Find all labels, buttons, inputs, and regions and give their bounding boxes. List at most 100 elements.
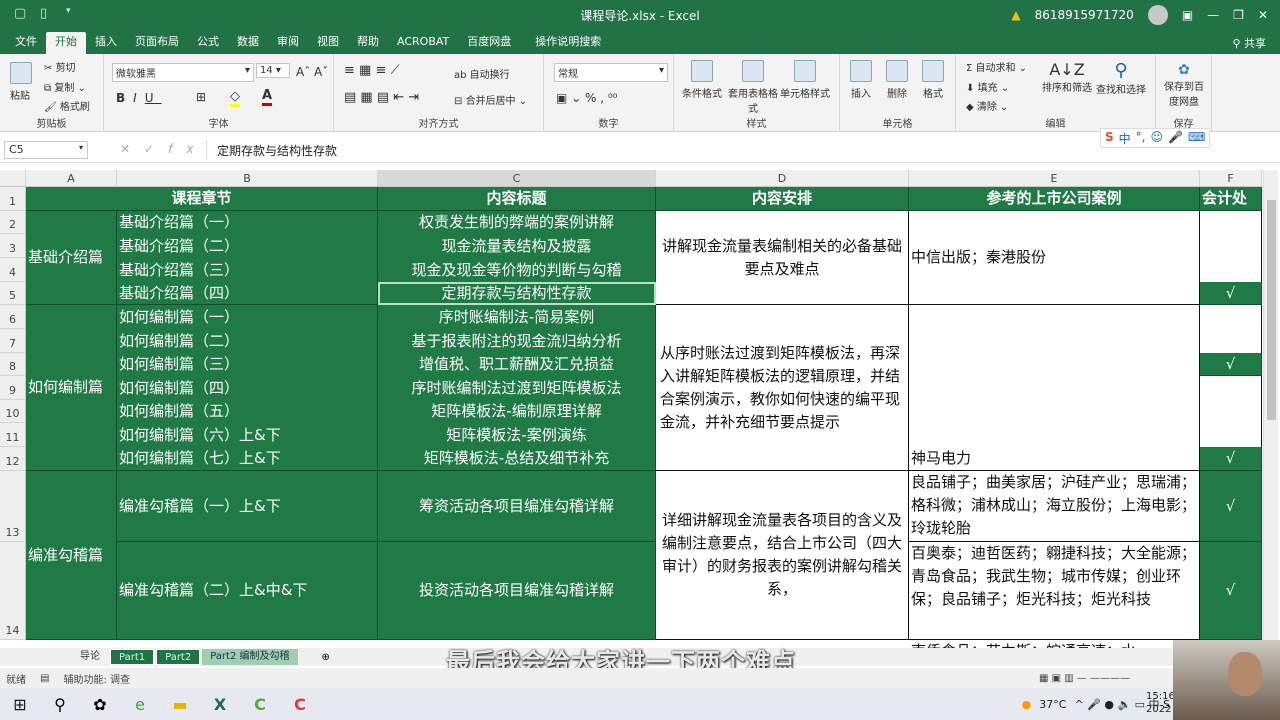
column-header-B[interactable]: B xyxy=(117,170,378,187)
cell-B6[interactable]: 如何编制篇（一） xyxy=(117,305,378,329)
tab-4[interactable]: 公式 xyxy=(188,32,228,54)
tab-11[interactable]: 操作说明搜索 xyxy=(526,32,610,54)
font-name-select[interactable]: 微软雅黑 ▾ xyxy=(112,63,254,82)
sort-filter-button[interactable]: A↓Z 排序和筛选 xyxy=(1042,60,1092,94)
select-all-corner[interactable] xyxy=(0,170,26,187)
cell-D6[interactable]: 从序时账法过渡到矩阵模板法，再深入讲解矩阵模板法的逻辑原理，并结合案例演示，教你… xyxy=(656,305,909,471)
row-header-11[interactable]: 11 xyxy=(0,423,26,447)
find-select-button[interactable]: ⚲ 查找和选择 xyxy=(1096,60,1146,96)
cell-C6[interactable]: 序时账编制法-简易案例 xyxy=(378,305,656,329)
cell-D2[interactable]: 讲解现金流量表编制相关的必备基础要点及难点 xyxy=(656,211,909,305)
cell-F2[interactable] xyxy=(1200,211,1262,282)
cell-D1[interactable]: 内容安排 xyxy=(656,187,909,211)
cell-C12[interactable]: 矩阵模板法-总结及细节补充 xyxy=(378,447,656,471)
font-size-select[interactable]: 14 ▾ xyxy=(256,63,290,78)
align-icons[interactable]: ≡ ▦ ≡ ⟋ xyxy=(344,63,400,78)
vertical-scrollbar[interactable] xyxy=(1263,170,1278,640)
font-color-icon[interactable]: A xyxy=(262,88,273,106)
name-box[interactable]: C5 ▾ xyxy=(4,141,88,159)
row-header-5[interactable]: 5 xyxy=(0,282,26,305)
bold-italic-underline-buttons[interactable]: BIU xyxy=(116,91,162,105)
cell-C14[interactable]: 投资活动各项目编准勾稽详解 xyxy=(378,542,656,640)
column-header-E[interactable]: E xyxy=(909,170,1200,187)
cell-A6[interactable]: 如何编制篇 xyxy=(26,305,117,471)
tab-8[interactable]: 帮助 xyxy=(348,32,388,54)
tab-7[interactable]: 视图 xyxy=(308,32,348,54)
cell-D13[interactable]: 详细讲解现金流量表各项目的含义及编制注意要点，结合上市公司（四大审计）的财务报表… xyxy=(656,471,909,640)
cell-F14[interactable]: √ xyxy=(1200,542,1262,640)
cell-C9[interactable]: 序时账编制法过渡到矩阵模板法 xyxy=(378,376,656,400)
row-header-12[interactable]: 12 xyxy=(0,447,26,471)
minimize-button[interactable]: — xyxy=(1207,8,1219,22)
cell-C11[interactable]: 矩阵模板法-案例演练 xyxy=(378,423,656,447)
delete-button[interactable]: 删除 xyxy=(886,60,908,100)
cell-B11[interactable]: 如何编制篇（六）上&下 xyxy=(117,423,378,447)
restore-button[interactable]: ❐ xyxy=(1233,8,1244,22)
tab-9[interactable]: ACROBAT xyxy=(388,32,458,54)
scrollbar-thumb[interactable] xyxy=(1267,200,1276,420)
row-header-3[interactable]: 3 xyxy=(0,234,26,258)
sheet-tab-3[interactable]: Part2 编制及勾稽 xyxy=(202,649,298,665)
tab-1[interactable]: 开始 xyxy=(46,32,86,54)
cut-button[interactable]: ✂ 剪切 xyxy=(44,59,76,74)
camtasia-red-icon[interactable]: C xyxy=(280,688,320,720)
column-header-D[interactable]: D xyxy=(656,170,909,187)
tab-0[interactable]: 文件 xyxy=(6,32,46,54)
cell-styles-button[interactable]: 单元格样式 xyxy=(780,60,830,100)
row-header-10[interactable]: 10 xyxy=(0,400,26,423)
fill-color-icon[interactable]: ◇ xyxy=(230,89,240,107)
cell-E15[interactable]: 南侨食品；艾力斯；皖通高速；水 xyxy=(909,640,1200,648)
sheet-tab-1[interactable]: Part1 xyxy=(110,649,155,665)
cell-C3[interactable]: 现金流量表结构及披露 xyxy=(378,234,656,258)
add-sheet-icon[interactable]: ⊕ xyxy=(322,652,330,663)
cell-B7[interactable]: 如何编制篇（二） xyxy=(117,329,378,353)
cell-B3[interactable]: 基础介绍篇（二） xyxy=(117,234,378,258)
format-as-table-button[interactable]: 套用表格格式 xyxy=(728,60,778,115)
accessibility-status[interactable]: 辅助功能: 调查 xyxy=(63,671,130,686)
autosum-button[interactable]: Σ 自动求和 ⌄ xyxy=(966,59,1027,74)
save-baidu-button[interactable]: ✿ 保存到百度网盘 xyxy=(1160,62,1208,108)
cell-E14[interactable]: 百奥泰；迪哲医药；翱捷科技；大全能源；青岛食品；我武生物；城市传媒；创业环保；良… xyxy=(909,542,1200,640)
cell-C4[interactable]: 现金及现金等价物的判断与勾稽 xyxy=(378,258,656,282)
cell-F13[interactable]: √ xyxy=(1200,471,1262,542)
format-painter-button[interactable]: 🖌 格式刷 xyxy=(44,98,90,113)
browser-icon[interactable]: e xyxy=(120,688,160,720)
copy-button[interactable]: ⧉ 复制 ⌄ xyxy=(44,79,86,94)
cell-C13[interactable]: 筹资活动各项目编准勾稽详解 xyxy=(378,471,656,542)
row-header-7[interactable]: 7 xyxy=(0,329,26,353)
clock[interactable]: 15:16 2022 xyxy=(1146,690,1175,716)
merge-center-button[interactable]: ⊟ 合并后居中 ⌄ xyxy=(454,92,527,107)
formula-buttons[interactable]: ✕✓fx xyxy=(120,142,207,156)
ime-toolbar[interactable]: S 中 °, ☺ 🎤 ⌨ xyxy=(1100,128,1211,148)
font-grow-shrink-icon[interactable]: Aˆ Aˇ xyxy=(296,65,328,79)
sheet-tab-2[interactable]: Part2 xyxy=(156,649,201,665)
cell-A1[interactable]: 课程章节 xyxy=(26,187,378,211)
cell-C8[interactable]: 增值税、职工薪酬及汇兑损益 xyxy=(378,353,656,376)
camtasia-green-icon[interactable]: C xyxy=(240,688,280,720)
insert-button[interactable]: 插入 xyxy=(850,60,872,100)
conditional-format-button[interactable]: 条件格式 xyxy=(682,60,722,100)
row-header-6[interactable]: 6 xyxy=(0,305,26,329)
column-header-F[interactable]: F xyxy=(1200,170,1262,187)
row-header-4[interactable]: 4 xyxy=(0,258,26,282)
cell-B9[interactable]: 如何编制篇（四） xyxy=(117,376,378,400)
row-header-2[interactable]: 2 xyxy=(0,211,26,234)
cell-E6[interactable]: 神马电力 xyxy=(909,305,1200,471)
tab-3[interactable]: 页面布局 xyxy=(126,32,188,54)
cell-B2[interactable]: 基础介绍篇（一） xyxy=(117,211,378,234)
view-buttons[interactable]: ▦ ▣ ▥ — ———— xyxy=(1039,673,1130,684)
cell-F1[interactable]: 会计处 xyxy=(1200,187,1262,211)
tab-10[interactable]: 百度网盘 xyxy=(458,32,520,54)
cell-E2[interactable]: 中信出版；秦港股份 xyxy=(909,211,1200,305)
cell-F6[interactable] xyxy=(1200,305,1262,353)
search-icon[interactable]: ⚲ xyxy=(40,688,80,720)
tab-5[interactable]: 数据 xyxy=(228,32,268,54)
cell-B8[interactable]: 如何编制篇（三） xyxy=(117,353,378,376)
number-format-icons[interactable]: ▣ ⌄ % , ⁰⁰ xyxy=(556,91,618,105)
cell-E13[interactable]: 良品铺子；曲美家居；沪硅产业；思瑞浦；格科微；浦林成山；海立股份；上海电影；玲珑… xyxy=(909,471,1200,542)
row-header-13[interactable]: 13 xyxy=(0,471,26,542)
cell-B10[interactable]: 如何编制篇（五） xyxy=(117,400,378,423)
cell-B12[interactable]: 如何编制篇（七）上&下 xyxy=(117,447,378,471)
tab-2[interactable]: 插入 xyxy=(86,32,126,54)
tab-6[interactable]: 审阅 xyxy=(268,32,308,54)
